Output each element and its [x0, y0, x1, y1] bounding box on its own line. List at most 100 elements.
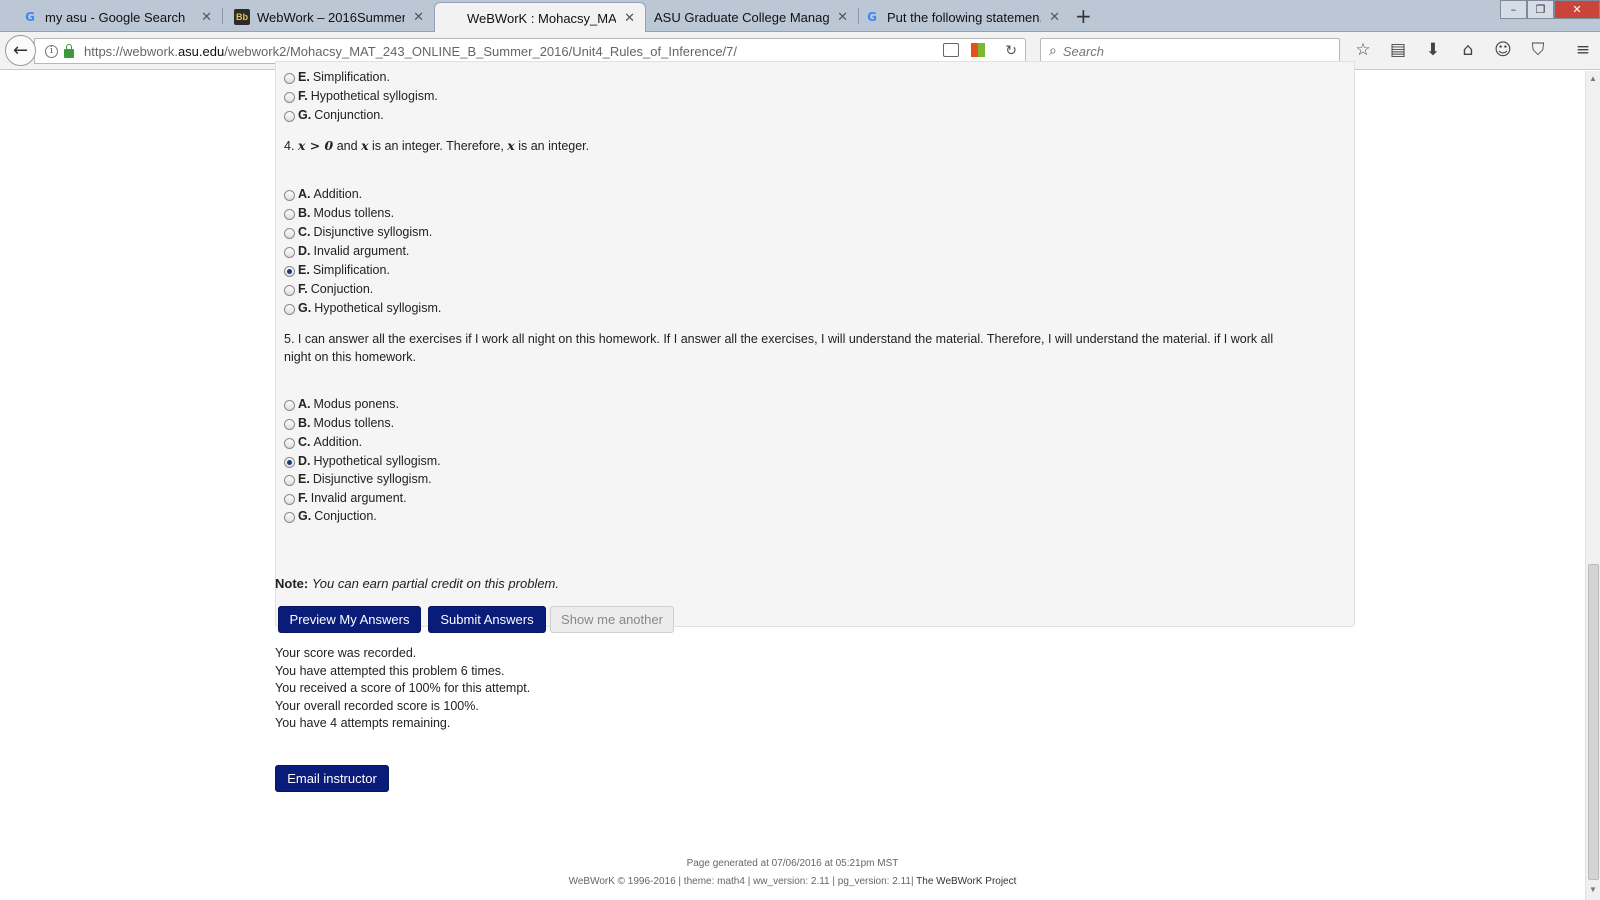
question-4-text: 4. x > 0 and x is an integer. Therefore,… — [284, 137, 589, 155]
q3-option-g[interactable]: G. Conjunction. — [284, 108, 384, 122]
close-tab-icon[interactable]: ✕ — [413, 10, 424, 25]
radio-button[interactable] — [284, 190, 295, 201]
restore-icon[interactable]: ❐ — [1527, 0, 1554, 19]
close-window-icon[interactable]: ✕ — [1554, 0, 1600, 19]
q4-text: and — [336, 139, 358, 153]
bookmarks-list-icon[interactable]: ▤ — [1387, 40, 1409, 60]
option-letter: E. — [298, 472, 310, 486]
url-path: /webwork2/Mohacsy_MAT_243_ONLINE_B_Summe… — [224, 43, 738, 59]
lock-icon[interactable] — [64, 43, 74, 58]
scroll-down-icon[interactable]: ▼ — [1589, 885, 1597, 894]
radio-button-selected[interactable] — [284, 266, 295, 277]
option-letter: B. — [298, 206, 311, 220]
option-letter: E. — [298, 70, 310, 84]
q4-option-e[interactable]: E. Simplification. — [284, 263, 390, 277]
bookmark-star-icon[interactable]: ☆ — [1352, 40, 1374, 60]
tab-asu-graduate[interactable]: ASU Graduate College Manage ... ✕ — [636, 2, 858, 32]
q5-option-a[interactable]: A. Modus ponens. — [284, 397, 399, 411]
radio-button[interactable] — [284, 92, 295, 103]
reader-view-icon[interactable] — [943, 43, 960, 57]
radio-button[interactable] — [284, 400, 295, 411]
close-tab-icon[interactable]: ✕ — [201, 10, 212, 25]
tab-put-following[interactable]: G Put the following statemen... ✕ — [848, 2, 1070, 32]
option-letter: B. — [298, 416, 311, 430]
q4-math: x > 0 — [297, 138, 334, 153]
pocket-icon[interactable]: ⛉ — [1527, 40, 1549, 60]
tab-webwork-active[interactable]: WeBWorK : Mohacsy_MAT... ✕ — [434, 2, 646, 33]
option-text: Hypothetical syllogism. — [313, 454, 441, 468]
radio-button[interactable] — [284, 475, 295, 486]
q4-math: x — [507, 138, 515, 153]
vertical-scrollbar[interactable]: ▲ ▼ — [1585, 71, 1600, 900]
url-prefix: https://webwork. — [84, 43, 178, 59]
tab-google-search[interactable]: G my asu - Google Search ✕ — [0, 2, 222, 32]
close-tab-icon[interactable]: ✕ — [624, 11, 635, 26]
q5-option-g[interactable]: G. Conjuction. — [284, 509, 377, 523]
radio-button[interactable] — [284, 304, 295, 315]
radio-button[interactable] — [284, 438, 295, 449]
q4-text: is an integer. Therefore, — [372, 139, 504, 153]
minimize-icon[interactable]: – — [1500, 0, 1527, 19]
preview-answers-button[interactable]: Preview My Answers — [278, 606, 421, 633]
radio-button[interactable] — [284, 512, 295, 523]
back-button[interactable]: ← — [5, 35, 36, 66]
q5-option-c[interactable]: C. Addition. — [284, 435, 362, 449]
reload-icon[interactable]: ↻ — [1005, 43, 1017, 59]
menu-icon[interactable]: ≡ — [1572, 40, 1594, 60]
radio-button[interactable] — [284, 73, 295, 84]
option-letter: F. — [298, 89, 308, 103]
downloads-icon[interactable]: ⬇ — [1422, 40, 1444, 60]
show-me-another-button[interactable]: Show me another — [550, 606, 674, 633]
chat-icon[interactable]: ☺ — [1492, 40, 1514, 60]
info-icon[interactable]: i — [45, 44, 58, 58]
option-text: Conjuction. — [310, 282, 374, 296]
radio-button[interactable] — [284, 111, 295, 122]
status-line: Your overall recorded score is 100%. — [275, 698, 479, 713]
radio-button[interactable] — [284, 285, 295, 296]
option-text: Addition. — [313, 187, 363, 201]
q5-option-d[interactable]: D. Hypothetical syllogism. — [284, 454, 441, 468]
close-tab-icon[interactable]: ✕ — [837, 10, 848, 25]
q5-option-e[interactable]: E. Disjunctive syllogism. — [284, 472, 432, 486]
q4-option-d[interactable]: D. Invalid argument. — [284, 244, 409, 258]
option-text: Simplification. — [312, 263, 390, 277]
new-tab-button[interactable]: + — [1075, 4, 1092, 28]
radio-button[interactable] — [284, 228, 295, 239]
close-tab-icon[interactable]: ✕ — [1049, 10, 1060, 25]
q5-option-f[interactable]: F. Invalid argument. — [284, 491, 407, 505]
extension-icon[interactable] — [971, 43, 986, 57]
radio-button[interactable] — [284, 209, 295, 220]
option-text: Modus ponens. — [313, 397, 399, 411]
radio-button[interactable] — [284, 419, 295, 430]
q4-option-a[interactable]: A. Addition. — [284, 187, 362, 201]
email-instructor-button[interactable]: Email instructor — [275, 765, 389, 792]
home-icon[interactable]: ⌂ — [1457, 40, 1479, 60]
scroll-up-icon[interactable]: ▲ — [1589, 74, 1597, 83]
q5-option-b[interactable]: B. Modus tollens. — [284, 416, 394, 430]
radio-button-selected[interactable] — [284, 457, 295, 468]
q5-line-2: night on this homework. — [284, 350, 417, 364]
search-placeholder: Search — [1062, 43, 1105, 59]
q4-option-g[interactable]: G. Hypothetical syllogism. — [284, 301, 441, 315]
tab-label: WeBWorK : Mohacsy_MAT... — [467, 10, 616, 26]
q4-option-f[interactable]: F. Conjuction. — [284, 282, 373, 296]
option-letter: A. — [298, 397, 311, 411]
radio-button[interactable] — [284, 494, 295, 505]
blackboard-icon: Bb — [234, 9, 250, 25]
radio-button[interactable] — [284, 247, 295, 258]
q3-option-e[interactable]: E. Simplification. — [284, 70, 390, 84]
tab-webwork-blackboard[interactable]: Bb WebWork – 2016SummerB... ✕ — [212, 2, 434, 32]
question-5-text: 5. I can answer all the exercises if I w… — [284, 330, 1273, 366]
url-text[interactable]: https://webwork.asu.edu/webwork2/Mohacsy… — [84, 44, 737, 59]
scrollbar-thumb[interactable] — [1588, 564, 1599, 880]
q4-option-b[interactable]: B. Modus tollens. — [284, 206, 394, 220]
q4-text: is an integer. — [518, 139, 590, 153]
webwork-project-link[interactable]: The WeBWorK Project — [916, 876, 1016, 887]
google-icon: G — [25, 10, 35, 24]
q4-option-c[interactable]: C. Disjunctive syllogism. — [284, 225, 432, 239]
tab-label: ASU Graduate College Manage ... — [654, 9, 830, 25]
submit-answers-button[interactable]: Submit Answers — [428, 606, 546, 633]
q3-option-f[interactable]: F. Hypothetical syllogism. — [284, 89, 438, 103]
status-line: You received a score of 100% for this at… — [275, 681, 531, 696]
option-letter: C. — [298, 435, 311, 449]
